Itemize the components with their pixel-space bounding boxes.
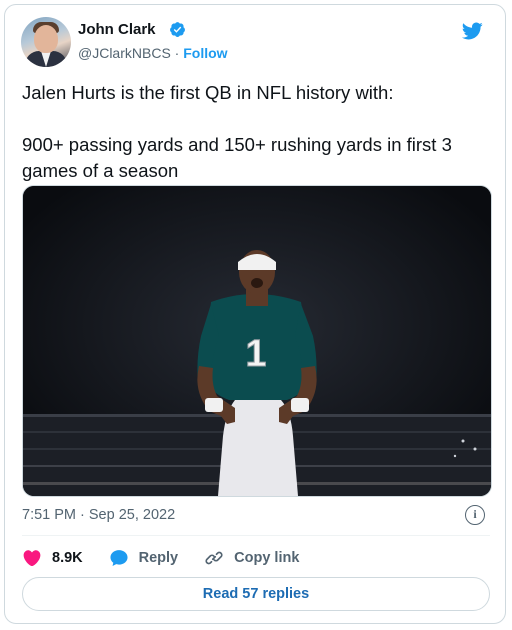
copy-link-label: Copy link <box>234 550 300 566</box>
tweet-timestamp[interactable]: 7:51 PM · Sep 25, 2022 <box>22 507 175 523</box>
tweet-card: John Clark @JClarkNBCS · Follow Jalen Hu… <box>4 4 506 624</box>
avatar[interactable] <box>21 17 71 67</box>
heart-icon <box>23 550 41 567</box>
reply-button[interactable]: Reply <box>109 548 179 568</box>
follow-link[interactable]: Follow <box>183 45 227 61</box>
verified-badge-icon <box>170 22 185 37</box>
like-count: 8.9K <box>52 550 83 566</box>
copy-link-button[interactable]: Copy link <box>204 548 299 568</box>
link-icon <box>205 551 223 565</box>
handle-separator: · <box>174 45 180 61</box>
handle-row: @JClarkNBCS · Follow <box>78 45 228 61</box>
divider <box>22 535 490 536</box>
read-replies-button[interactable]: Read 57 replies <box>22 577 490 611</box>
reply-label: Reply <box>138 550 179 566</box>
jersey-number: 1 <box>245 333 266 375</box>
tweet-text: Jalen Hurts is the first QB in NFL histo… <box>22 82 452 181</box>
like-button[interactable]: 8.9K <box>22 548 83 568</box>
twitter-bird-icon[interactable] <box>459 20 485 42</box>
author-handle[interactable]: @JClarkNBCS <box>78 45 171 61</box>
action-bar: 8.9K Reply Copy link <box>22 544 325 572</box>
tweet-photo[interactable]: 1 <box>22 185 492 497</box>
photo-illustration: 1 <box>23 186 491 496</box>
info-icon[interactable]: i <box>465 505 485 525</box>
reply-bubble-icon <box>110 550 128 566</box>
author-name[interactable]: John Clark <box>78 21 156 38</box>
